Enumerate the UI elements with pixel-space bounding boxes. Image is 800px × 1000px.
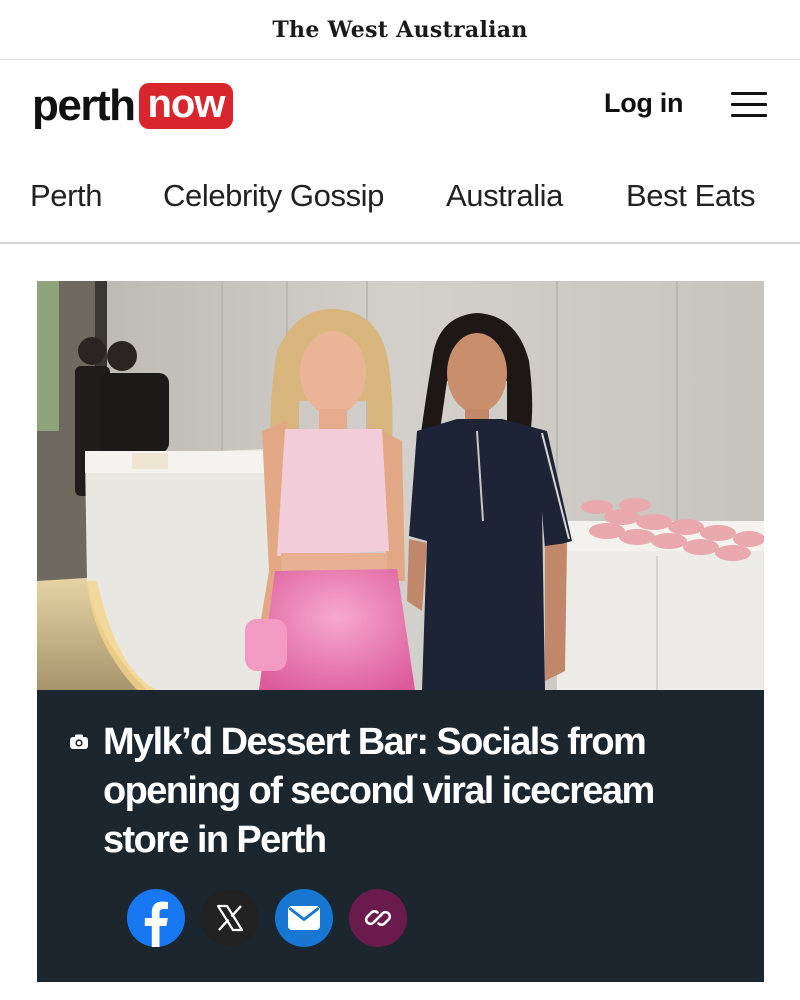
share-facebook-button[interactable] [127,889,185,947]
login-button[interactable]: Log in [604,88,683,119]
share-link-button[interactable] [349,889,407,947]
article-header-panel: Mylk’d Dessert Bar: Socials from opening… [37,690,764,982]
hamburger-menu-icon[interactable] [731,90,767,120]
nav-item-celebrity-gossip[interactable]: Celebrity Gossip [163,178,384,214]
perthnow-logo[interactable]: perth now [32,81,234,130]
article-headline: Mylk’d Dessert Bar: Socials from opening… [103,721,655,861]
nav-item-australia[interactable]: Australia [446,178,563,214]
share-email-button[interactable] [275,889,333,947]
nav-item-best-eats[interactable]: Best Eats [626,178,755,214]
logo-text-now: now [138,83,234,129]
logo-text-perth: perth [32,81,136,130]
hero-image[interactable] [37,281,764,690]
link-icon [364,910,392,926]
facebook-icon [144,901,168,947]
nav-item-perth[interactable]: Perth [30,178,103,214]
x-icon [216,904,244,932]
masthead: The West Australian [0,0,800,60]
masthead-title: The West Australian [272,16,528,43]
site-header: perth now Log in [0,60,800,152]
share-x-button[interactable] [201,889,259,947]
camera-icon [70,734,88,749]
section-nav: Perth Celebrity Gossip Australia Best Ea… [0,152,800,244]
email-icon [288,906,320,930]
